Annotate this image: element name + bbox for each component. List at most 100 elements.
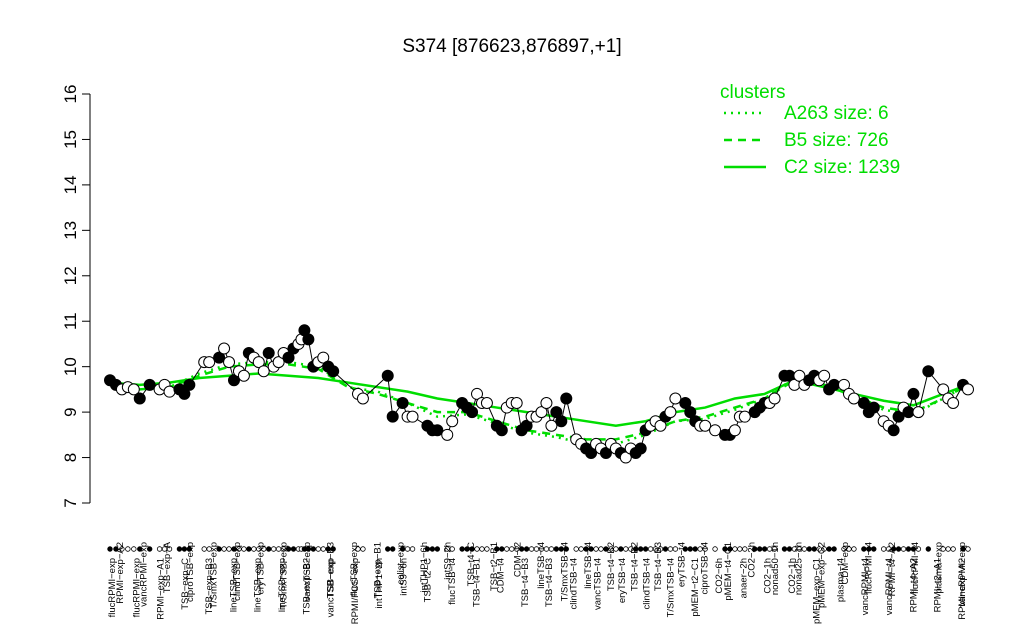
category-label-bottom: vancTSB−t4: [593, 558, 604, 610]
category-label-bottom: TSB−t4−B3: [520, 558, 531, 607]
data-point: [257, 365, 270, 378]
rug-mark: [266, 546, 272, 552]
rug-mark: [125, 546, 131, 552]
data-point: [709, 424, 722, 437]
rug-mark: [409, 546, 416, 552]
data-point: [545, 419, 558, 432]
category-label-bottom: RPMI−t2−A1: [933, 558, 944, 612]
category-label-bottom: T/SmxTSB−t4: [666, 558, 677, 617]
data-point: [907, 387, 920, 400]
rug-mark: [548, 546, 555, 552]
rug-mark: [523, 546, 530, 552]
data-point: [560, 392, 573, 405]
category-label-bottom: TSB−exp−B3: [204, 558, 215, 615]
y-tick-label: 14: [61, 175, 80, 194]
rug-mark: [201, 546, 207, 552]
rug-mark: [623, 546, 629, 552]
category-label-bottom: TSB−t2−C: [423, 558, 434, 602]
rug-mark: [553, 546, 560, 552]
data-point: [867, 401, 880, 414]
category-label-bottom: intTHP1−2h: [374, 558, 385, 608]
rug-mark: [270, 546, 277, 552]
data-point: [847, 392, 860, 405]
data-point: [902, 406, 915, 419]
rug-mark: [504, 546, 510, 552]
rug-mark: [459, 546, 465, 552]
y-tick-label: 12: [61, 266, 80, 285]
profile-line: [109, 328, 969, 459]
rug-mark: [107, 546, 113, 552]
rug-mark: [429, 546, 436, 552]
rug-mark: [618, 546, 624, 552]
chart-title: S374 [876623,876897,+1]: [402, 36, 621, 57]
category-label-bottom: vancRPMI−t4: [884, 558, 895, 615]
category-label-bottom: plasma−t4: [836, 558, 847, 602]
data-point: [183, 378, 196, 391]
data-point: [510, 397, 523, 410]
category-label-bottom: pMEM−t2−C1: [690, 558, 701, 617]
category-label-bottom: vancTSB−exp: [326, 558, 337, 617]
rug-mark: [880, 546, 887, 552]
data-point: [396, 397, 409, 410]
rug-mark: [573, 546, 579, 552]
rug-mark: [315, 546, 322, 552]
rug-mark: [176, 546, 183, 552]
y-tick-label: 7: [61, 498, 80, 507]
rug-mark: [756, 546, 763, 552]
data-point: [466, 406, 479, 419]
rug-mark: [687, 546, 693, 552]
rug-mark: [360, 546, 366, 552]
category-label-top: TSB−t4−B2: [630, 542, 641, 591]
category-label-bottom: intS9−6h: [398, 558, 409, 596]
rug-mark: [806, 546, 812, 552]
data-point: [386, 410, 399, 423]
category-label-bottom: RPMI−exp−A2: [957, 558, 968, 620]
rug-mark: [131, 546, 137, 552]
category-label-top: TSB−t4−B3: [653, 542, 664, 591]
data-point: [237, 369, 250, 382]
rug-mark: [290, 546, 297, 552]
category-label-bottom: RPMI−exp−A1: [156, 558, 167, 620]
rug-mark: [389, 546, 396, 552]
rug-mark: [950, 546, 956, 552]
data-point: [446, 415, 459, 428]
data-point: [540, 397, 553, 410]
y-tick-label: 11: [61, 312, 80, 330]
y-tick-label: 16: [61, 85, 80, 104]
legend-label: C2 size: 1239: [784, 157, 900, 178]
legend-label: B5 size: 726: [784, 130, 889, 151]
category-label-bottom: flucRPMI−exp: [107, 558, 118, 617]
data-point: [947, 397, 960, 410]
category-label-bottom: TSB−exp−C: [180, 558, 191, 610]
data-point: [818, 369, 831, 382]
data-point: [431, 424, 444, 437]
data-point: [480, 397, 493, 410]
data-point: [381, 369, 394, 382]
category-label-top: TSB−t4−B2: [606, 542, 617, 591]
rug-mark: [226, 546, 232, 552]
category-label-bottom: lineTSB−exp: [277, 558, 288, 612]
category-label-bottom: flucTSB−t4: [447, 558, 458, 605]
rug-mark: [642, 546, 649, 552]
data-point: [669, 392, 682, 405]
data-point: [302, 333, 315, 346]
points-layer: [104, 324, 974, 464]
rug-mark: [598, 546, 604, 552]
data-point: [828, 378, 841, 391]
category-label-bottom: TSB−exp−B2: [301, 558, 312, 615]
data-point: [223, 356, 236, 369]
category-label-bottom: CO2−6h: [714, 558, 725, 594]
data-point: [163, 385, 176, 398]
rug-mark: [712, 546, 718, 552]
rug-mark: [737, 546, 743, 552]
data-point: [738, 410, 751, 423]
rug-mark: [786, 546, 793, 552]
data-point: [555, 415, 568, 428]
category-label-bottom: clindTSB−t4: [641, 558, 652, 610]
y-tick-label: 10: [61, 357, 80, 376]
data-point: [962, 383, 974, 396]
data-point: [262, 347, 275, 360]
legend-label: A263 size: 6: [784, 103, 889, 124]
rug-mark: [945, 546, 951, 552]
category-label-bottom: TSB−t4−B3: [544, 558, 555, 607]
